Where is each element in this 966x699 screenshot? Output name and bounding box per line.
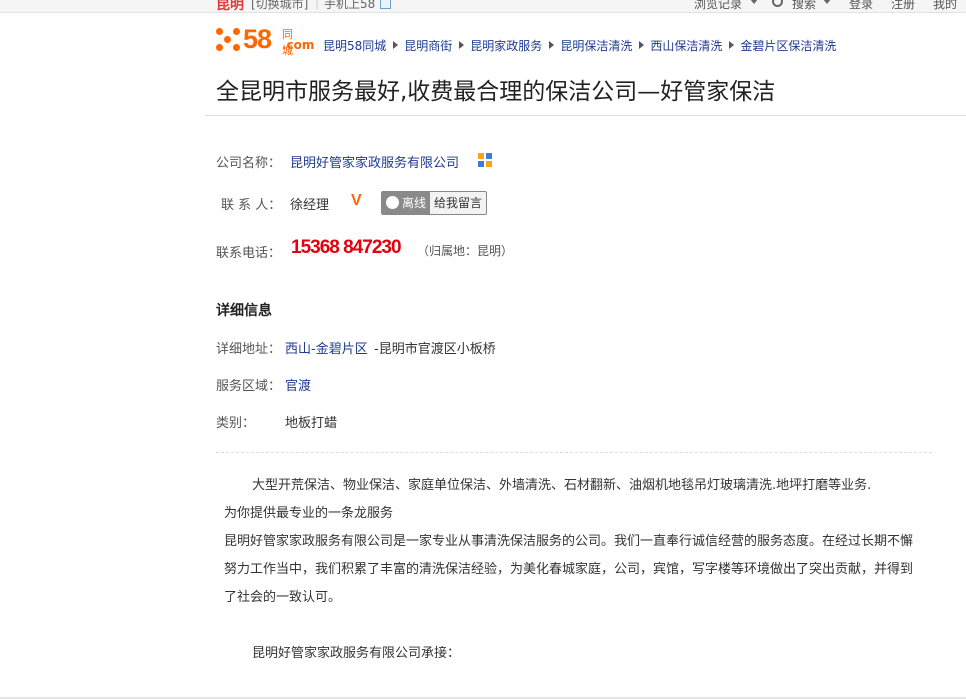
leave-message-button[interactable]: 离线 给我留言 bbox=[381, 191, 487, 215]
service-area-link[interactable]: 官渡 bbox=[285, 375, 311, 394]
leave-message-label: 给我留言 bbox=[434, 196, 483, 210]
breadcrumb-item[interactable]: 昆明保洁清洗 bbox=[560, 39, 632, 53]
company-badge-icon bbox=[478, 153, 492, 167]
address-area-link[interactable]: 西山-金碧片区 bbox=[285, 338, 368, 357]
service-area-label: 服务区域： bbox=[216, 379, 282, 394]
breadcrumb-item[interactable]: 金碧片区保洁清洗 bbox=[740, 39, 836, 53]
chevron-right-icon bbox=[393, 41, 399, 49]
vip-badge-icon: V bbox=[351, 192, 362, 209]
search-icon bbox=[772, 0, 783, 7]
login-link[interactable]: 登录 bbox=[849, 0, 873, 12]
description: 大型开荒保洁、物业保洁、家庭单位保洁、外墙清洗、石材翻新、油烟机地毯吊灯玻璃清洗… bbox=[224, 472, 924, 668]
search-menu[interactable]: 搜索 bbox=[792, 0, 816, 12]
chevron-right-icon bbox=[549, 41, 555, 49]
top-bar: 昆明 [切换城市] | 手机上58 浏览记录 搜索 登录 注册 我的58 bbox=[0, 0, 966, 13]
mobile-link[interactable]: 手机上58 bbox=[324, 0, 375, 12]
title-divider bbox=[205, 115, 966, 116]
contact-label: 联 系 人： bbox=[221, 198, 282, 213]
breadcrumb-item[interactable]: 昆明商街 bbox=[404, 39, 452, 53]
contact-name: 徐经理 bbox=[290, 198, 330, 213]
chevron-down-icon bbox=[823, 0, 831, 4]
chevron-right-icon bbox=[459, 41, 465, 49]
mobile-phone-icon bbox=[380, 0, 391, 9]
category-value: 地板打蜡 bbox=[285, 416, 338, 431]
phone-label: 联系电话： bbox=[216, 246, 282, 261]
breadcrumb-item[interactable]: 昆明家政服务 bbox=[470, 39, 542, 53]
chevron-right-icon bbox=[639, 41, 645, 49]
phone-number: 15368 847230 bbox=[291, 237, 402, 258]
breadcrumb-item[interactable]: 昆明58同城 bbox=[323, 39, 386, 53]
divider: | bbox=[315, 0, 320, 9]
logo-dotcom: .com bbox=[282, 38, 315, 52]
logo-number: 58 bbox=[243, 24, 272, 54]
company-label: 公司名称： bbox=[216, 156, 282, 171]
breadcrumb: 昆明58同城 昆明商街 昆明家政服务 昆明保洁清洗 西山保洁清洗 金碧片区保洁清洗 bbox=[323, 37, 836, 54]
page-title: 全昆明市服务最好,收费最合理的保洁公司—好管家保洁 bbox=[216, 79, 776, 105]
my58-link[interactable]: 我的58 bbox=[933, 0, 966, 12]
chevron-down-icon bbox=[750, 0, 758, 4]
company-name-link[interactable]: 昆明好管家家政服务有限公司 bbox=[290, 152, 459, 171]
description-paragraph: 昆明好管家家政服务有限公司承接： bbox=[252, 646, 461, 661]
offline-status: 离线 bbox=[382, 192, 430, 214]
description-paragraph: 大型开荒保洁、物业保洁、家庭单位保洁、外墙清洗、石材翻新、油烟机地毯吊灯玻璃清洗… bbox=[252, 478, 872, 493]
description-paragraph: 昆明好管家家政服务有限公司是一家专业从事清洗保洁服务的公司。我们一直奉行诚信经营… bbox=[224, 534, 914, 605]
history-menu[interactable]: 浏览记录 bbox=[694, 0, 742, 12]
chevron-right-icon bbox=[729, 41, 735, 49]
address-detail: -昆明市官渡区小板桥 bbox=[374, 342, 496, 357]
breadcrumb-item[interactable]: 西山保洁清洗 bbox=[650, 39, 722, 53]
section-divider bbox=[216, 452, 932, 453]
chat-bubble-icon bbox=[386, 196, 399, 209]
address-label: 详细地址： bbox=[216, 342, 282, 357]
description-paragraph: 为你提供最专业的一条龙服务 bbox=[224, 506, 394, 521]
logo-mark-icon bbox=[216, 28, 242, 52]
register-link[interactable]: 注册 bbox=[891, 0, 915, 12]
details-heading: 详细信息 bbox=[216, 303, 272, 319]
phone-origin: （归属地：昆明） bbox=[417, 244, 514, 258]
category-label: 类别： bbox=[216, 416, 256, 431]
switch-city-link[interactable]: [切换城市] bbox=[251, 0, 308, 12]
current-city: 昆明 bbox=[216, 0, 244, 13]
